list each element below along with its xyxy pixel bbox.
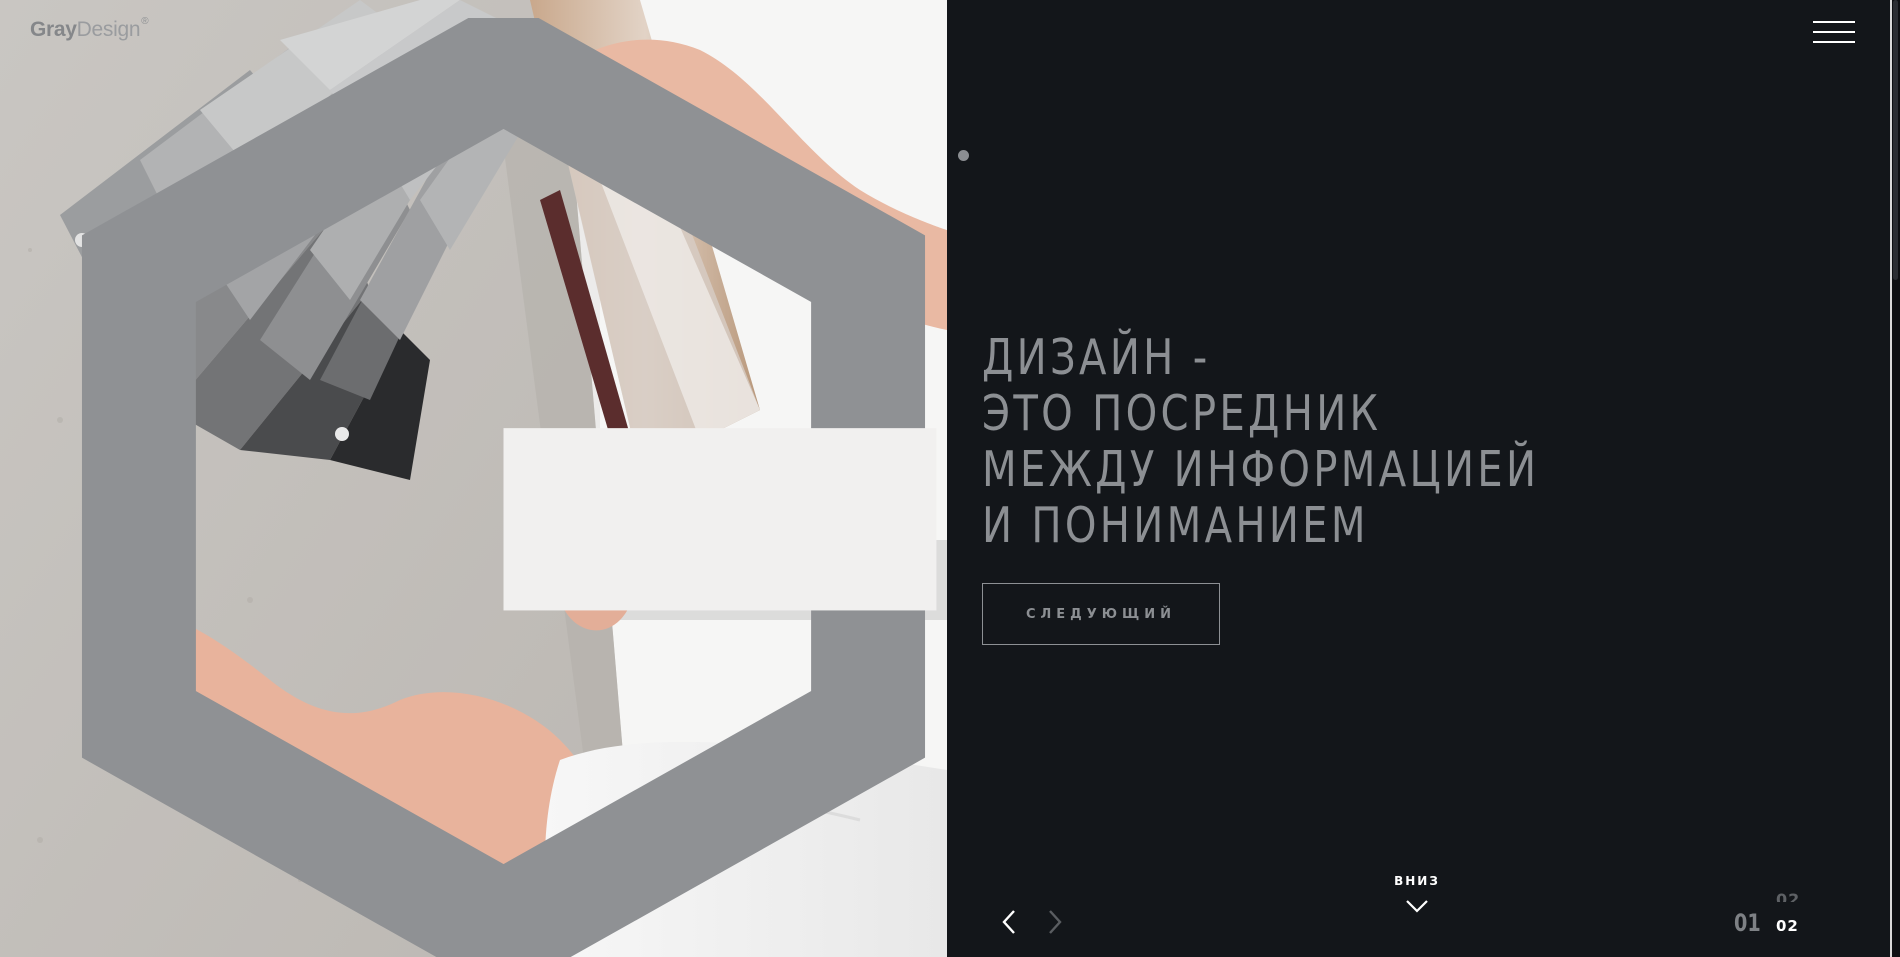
slide-indicator-dot[interactable] — [958, 150, 969, 161]
chevron-down-icon — [1406, 900, 1428, 913]
brand-logo[interactable]: GrayDesign® — [30, 16, 937, 957]
logo-hexagon-icon — [81, 18, 937, 957]
slide-counter-ghost: 02 — [1776, 890, 1801, 902]
slide-counter-current: 01 — [1734, 909, 1761, 937]
next-button-label: СЛЕДУЮЩИЙ — [1025, 606, 1177, 622]
headline-line-4: И ПОНИМАНИЕМ — [982, 497, 1369, 554]
registered-mark: ® — [141, 16, 149, 27]
page-scrollbar[interactable] — [1890, 0, 1900, 957]
hero-headline: ДИЗАЙН - ЭТО ПОСРЕДНИК МЕЖДУ ИНФОРМАЦИЕЙ… — [982, 330, 1556, 554]
headline-line-1: ДИЗАЙН - — [982, 329, 1211, 386]
hero-photo: GrayDesign® — [0, 0, 947, 957]
scrollbar-edge — [1890, 0, 1892, 957]
headline-line-2: ЭТО ПОСРЕДНИК — [982, 385, 1382, 442]
next-button[interactable]: СЛЕДУЮЩИЙ — [982, 583, 1220, 645]
hamburger-menu-icon[interactable] — [1813, 21, 1855, 43]
scroll-down-label: ВНИЗ — [1394, 874, 1440, 888]
hero-content-panel: ДИЗАЙН - ЭТО ПОСРЕДНИК МЕЖДУ ИНФОРМАЦИЕЙ… — [947, 0, 1900, 957]
chevron-right-icon[interactable] — [1045, 908, 1065, 936]
slide-counter-total: 02 — [1776, 917, 1799, 935]
slide-counter: 01 02 02 — [1734, 890, 1854, 957]
headline-line-3: МЕЖДУ ИНФОРМАЦИЕЙ — [982, 441, 1540, 498]
chevron-left-icon[interactable] — [999, 908, 1019, 936]
scroll-down-link[interactable]: ВНИЗ — [1392, 874, 1442, 914]
scrollbar-thumb[interactable] — [1893, 0, 1898, 280]
